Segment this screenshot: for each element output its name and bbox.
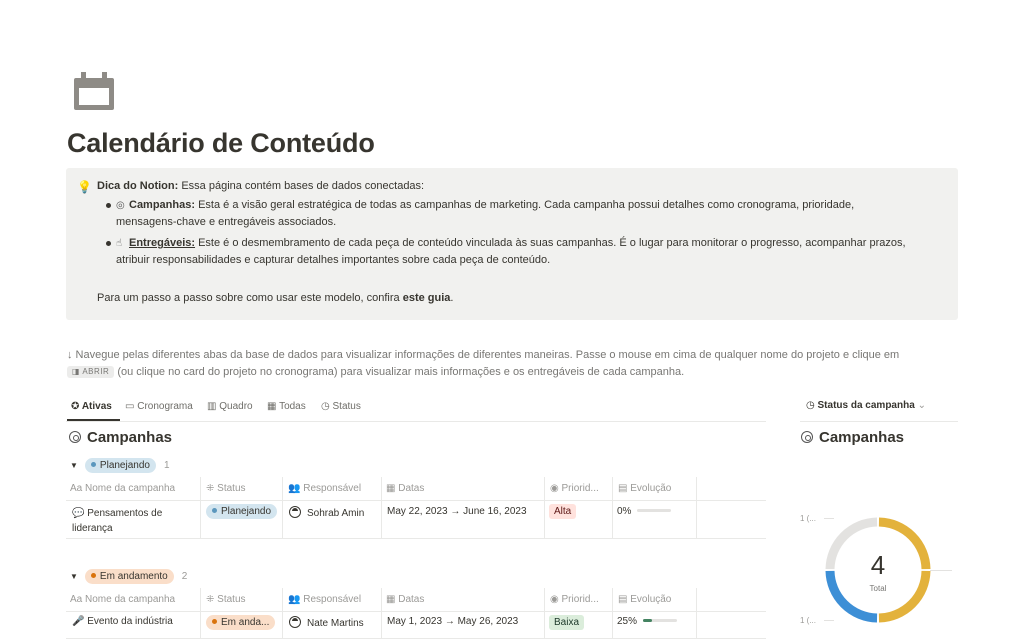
col-responsavel[interactable]: 👥 Responsável bbox=[288, 588, 361, 612]
board-icon: ▥ bbox=[207, 401, 217, 412]
microphone-icon: 🎤 bbox=[72, 616, 85, 627]
priority-tag: Baixa bbox=[549, 615, 585, 630]
table-planejando: Aa Nome da campanha ⁜ Status 👥 Responsáv… bbox=[66, 477, 766, 539]
progress-bar bbox=[637, 509, 672, 512]
avatar bbox=[289, 616, 301, 628]
notion-tip-callout: 💡 Dica do Notion: Essa página contém bas… bbox=[66, 168, 958, 320]
progress-cell: 0% bbox=[617, 506, 672, 517]
sidebar-title-campanhas: Campanhas bbox=[801, 429, 904, 446]
col-status[interactable]: ⁜ Status bbox=[206, 477, 246, 501]
status-pill: Planejando bbox=[206, 504, 278, 519]
group-count: 2 bbox=[181, 571, 188, 582]
status-pill: Em anda... bbox=[206, 615, 276, 630]
status-pill: Planejando bbox=[84, 458, 156, 473]
bullet bbox=[106, 203, 111, 208]
campanhas-link[interactable]: Campanhas: bbox=[129, 199, 195, 211]
dates-cell[interactable]: May 1, 2023 → May 26, 2023 bbox=[387, 616, 518, 627]
tab-ativas[interactable]: ✪ Ativas bbox=[71, 398, 112, 416]
tabs-divider bbox=[66, 421, 766, 422]
owner-cell[interactable]: Sohrab Amin bbox=[289, 506, 364, 519]
priority-tag: Alta bbox=[549, 504, 577, 519]
dates-cell[interactable]: May 22, 2023 → June 16, 2023 bbox=[387, 506, 527, 517]
sidebar-divider bbox=[800, 421, 958, 422]
campaign-name[interactable]: 🎤 Evento da indústria bbox=[72, 616, 173, 627]
chart-view-selector[interactable]: ◷ Status da campanha ⌄ bbox=[806, 400, 926, 411]
instructions-line-2: ◨ ABRIR (ou clique no card do projeto no… bbox=[67, 364, 684, 381]
guide-link[interactable]: este guia bbox=[403, 292, 451, 304]
col-nome[interactable]: Aa Nome da campanha bbox=[70, 588, 175, 612]
timeline-icon: ▭ bbox=[125, 401, 135, 412]
priority-cell[interactable]: Baixa bbox=[549, 615, 585, 630]
chart-label: 1 (... bbox=[800, 616, 817, 625]
table-icon: ▦ bbox=[267, 401, 277, 412]
group-header-em-andamento[interactable]: ▼ Em andamento 2 bbox=[70, 569, 187, 585]
col-prioridade[interactable]: ◉ Priorid... bbox=[550, 477, 599, 501]
entregaveis-link[interactable]: Entregáveis: bbox=[129, 237, 195, 249]
chart-label: 1 (... bbox=[800, 514, 817, 523]
caret-down-icon[interactable]: ▼ bbox=[70, 569, 78, 585]
donut-total-label: Total bbox=[869, 584, 887, 593]
hand-icon: ☝ bbox=[116, 238, 123, 249]
status-cell[interactable]: Planejando bbox=[206, 504, 278, 519]
lightbulb-icon: 💡 bbox=[77, 180, 92, 194]
table-em-andamento: Aa Nome da campanha ⁜ Status 👥 Responsáv… bbox=[66, 588, 766, 639]
col-prioridade[interactable]: ◉ Priorid... bbox=[550, 588, 599, 612]
callout-item-campanhas: ◎ Campanhas: Esta é a visão geral estraté… bbox=[116, 197, 946, 214]
callout-guide: Para um passo a passo sobre como usar es… bbox=[97, 292, 454, 304]
avatar bbox=[289, 506, 301, 518]
status-cell[interactable]: Em anda... bbox=[206, 615, 276, 630]
bullet bbox=[106, 241, 111, 246]
col-responsavel[interactable]: 👥 Responsável bbox=[288, 477, 361, 501]
instructions-line-1: ↓ Navegue pelas diferentes abas da base … bbox=[67, 349, 900, 361]
clock-icon: ◷ bbox=[806, 400, 815, 411]
callout-item-campanhas-cont: mensagens-chave e entregáveis associados… bbox=[116, 216, 337, 228]
tab-quadro[interactable]: ▥ Quadro bbox=[207, 398, 253, 416]
col-evolucao[interactable]: ▤ Evolução bbox=[618, 588, 671, 612]
table-row[interactable]: 🎤 Evento da indústria Em anda... Nate Ma… bbox=[66, 612, 766, 639]
priority-cell[interactable]: Alta bbox=[549, 504, 577, 519]
chevron-down-icon: ⌄ bbox=[917, 400, 926, 411]
col-evolucao[interactable]: ▤ Evolução bbox=[618, 477, 671, 501]
tab-todas[interactable]: ▦ Todas bbox=[267, 398, 306, 416]
col-status[interactable]: ⁜ Status bbox=[206, 588, 246, 612]
speech-bubble-icon: 💬 bbox=[72, 508, 85, 519]
table-header: Aa Nome da campanha ⁜ Status 👥 Responsáv… bbox=[66, 588, 766, 612]
clock-icon: ◷ bbox=[321, 401, 330, 412]
col-datas[interactable]: ▦ Datas bbox=[386, 588, 424, 612]
section-title-campanhas: Campanhas bbox=[69, 429, 172, 446]
page-title: Calendário de Conteúdo bbox=[67, 128, 375, 158]
tab-cronograma[interactable]: ▭ Cronograma bbox=[125, 398, 193, 416]
group-header-planejando[interactable]: ▼ Planejando 1 bbox=[70, 458, 170, 474]
target-icon bbox=[801, 431, 813, 443]
status-pill: Em andamento bbox=[84, 569, 174, 584]
donut-total: 4 bbox=[870, 550, 886, 580]
status-donut-chart[interactable]: 4 Total bbox=[820, 512, 936, 628]
campaign-name[interactable]: 💬 Pensamentos de liderança bbox=[72, 506, 162, 536]
progress-cell: 25% bbox=[617, 616, 678, 627]
target-icon bbox=[69, 431, 81, 443]
open-badge: ◨ ABRIR bbox=[67, 366, 115, 378]
col-nome[interactable]: Aa Nome da campanha bbox=[70, 477, 175, 501]
callout-lead: Dica do Notion: Essa página contém bases… bbox=[97, 180, 425, 192]
tab-status[interactable]: ◷ Status bbox=[321, 398, 361, 416]
star-icon: ✪ bbox=[71, 401, 80, 412]
callout-item-entregaveis-cont: atribuir responsabilidades e capturar de… bbox=[116, 254, 551, 266]
target-icon: ◎ bbox=[116, 200, 125, 211]
table-header: Aa Nome da campanha ⁜ Status 👥 Responsáv… bbox=[66, 477, 766, 501]
group-count: 1 bbox=[163, 460, 170, 471]
col-datas[interactable]: ▦ Datas bbox=[386, 477, 424, 501]
calendar-icon bbox=[74, 72, 114, 110]
callout-item-entregaveis: ☝ Entregáveis: Este é o desmembramento de… bbox=[116, 235, 946, 252]
progress-bar bbox=[643, 619, 678, 622]
table-row[interactable]: 💬 Pensamentos de liderança Planejando Soh… bbox=[66, 501, 766, 539]
owner-cell[interactable]: Nate Martins bbox=[289, 616, 364, 629]
caret-down-icon[interactable]: ▼ bbox=[70, 458, 78, 474]
